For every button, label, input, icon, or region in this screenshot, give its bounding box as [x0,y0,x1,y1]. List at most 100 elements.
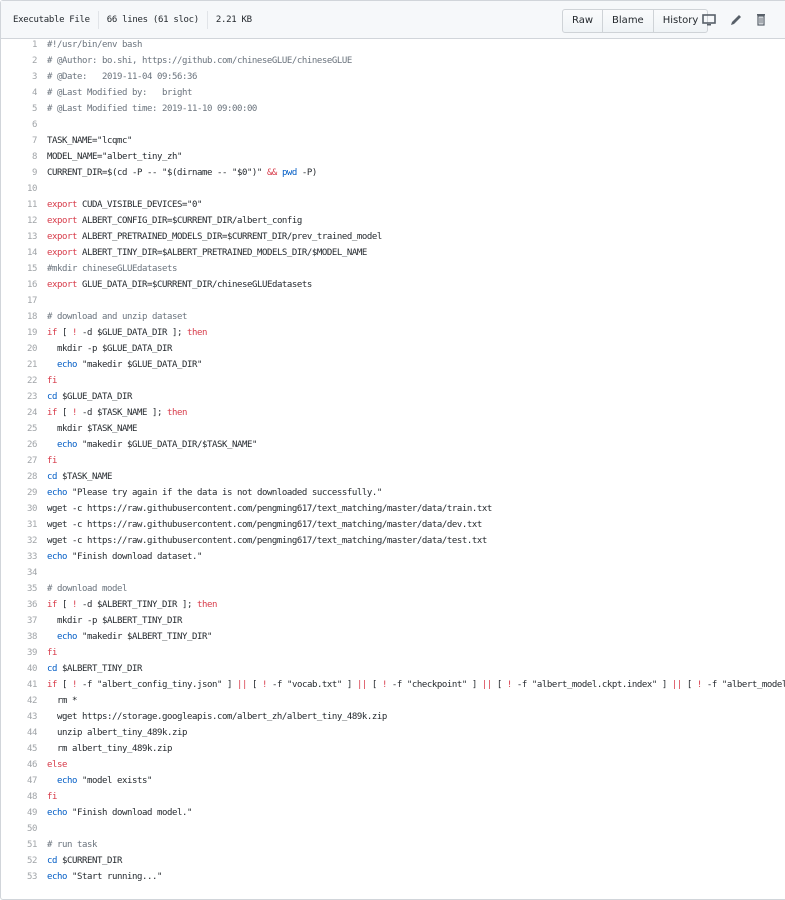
line-number[interactable]: 35 [0,581,47,597]
line-number[interactable]: 15 [0,261,47,277]
line-number[interactable]: 4 [0,85,47,101]
line-code: export ALBERT_PRETRAINED_MODELS_DIR=$CUR… [47,229,382,245]
line-code: # run task [47,837,97,853]
line-number[interactable]: 49 [0,805,47,821]
code-line: 17 [0,293,785,309]
line-number[interactable]: 42 [0,693,47,709]
line-number[interactable]: 52 [0,853,47,869]
line-code: CURRENT_DIR=$(cd -P -- "$(dirname -- "$0… [47,165,317,181]
history-button[interactable]: History [652,10,708,32]
line-number[interactable]: 14 [0,245,47,261]
line-number[interactable]: 6 [0,117,47,133]
line-number[interactable]: 7 [0,133,47,149]
line-number[interactable]: 8 [0,149,47,165]
line-code: echo "Finish download dataset." [47,549,202,565]
line-code: MODEL_NAME="albert_tiny_zh" [47,149,182,165]
line-number[interactable]: 36 [0,597,47,613]
line-number[interactable]: 13 [0,229,47,245]
line-number[interactable]: 21 [0,357,47,373]
line-code: rm albert_tiny_489k.zip [47,741,172,757]
line-code: echo "makedir $ALBERT_TINY_DIR" [47,629,212,645]
line-number[interactable]: 40 [0,661,47,677]
code-token: ALBERT_CONFIG_DIR=$CURRENT_DIR/albert_co… [77,216,302,226]
line-number[interactable]: 26 [0,437,47,453]
line-number[interactable]: 37 [0,613,47,629]
code-token: pwd [281,168,297,178]
line-number[interactable]: 22 [0,373,47,389]
line-number[interactable]: 16 [0,277,47,293]
line-number[interactable]: 45 [0,741,47,757]
code-line: 20 mkdir -p $GLUE_DATA_DIR [0,341,785,357]
code-line: 30 wget -c https://raw.githubusercontent.… [0,501,785,517]
code-line: 43 wget https://storage.googleapis.com/a… [0,709,785,725]
code-line: 21 echo "makedir $GLUE_DATA_DIR" [0,357,785,373]
trash-icon[interactable] [753,12,769,28]
line-number[interactable]: 32 [0,533,47,549]
code-line: 23 cd $GLUE_DATA_DIR [0,389,785,405]
line-code: echo "makedir $GLUE_DATA_DIR/$TASK_NAME" [47,437,257,453]
line-number[interactable]: 29 [0,485,47,501]
line-number[interactable]: 38 [0,629,47,645]
line-number[interactable]: 47 [0,773,47,789]
line-number[interactable]: 1 [0,37,47,53]
line-code: mkdir -p $ALBERT_TINY_DIR [47,613,182,629]
code-line: 12 export ALBERT_CONFIG_DIR=$CURRENT_DIR/… [0,213,785,229]
line-number[interactable]: 17 [0,293,47,309]
line-code: cd $GLUE_DATA_DIR [47,389,132,405]
blame-button[interactable]: Blame [602,10,653,32]
code-token: -f "albert_model.ckpt.index" ] [511,680,672,690]
desktop-icon[interactable] [701,12,717,28]
line-code: else [47,757,67,773]
code-token: || [671,680,682,690]
code-line: 53 echo "Start running..." [0,869,785,885]
line-number[interactable]: 19 [0,325,47,341]
line-number[interactable]: 30 [0,501,47,517]
line-number[interactable]: 48 [0,789,47,805]
line-number[interactable]: 51 [0,837,47,853]
line-number[interactable]: 12 [0,213,47,229]
code-token: if [47,408,57,418]
line-number[interactable]: 5 [0,101,47,117]
line-number[interactable]: 20 [0,341,47,357]
line-number[interactable]: 34 [0,565,47,581]
code-token: [ [366,680,382,690]
line-number[interactable]: 18 [0,309,47,325]
file-type: Executable File [13,14,90,25]
line-number[interactable]: 31 [0,517,47,533]
line-number[interactable]: 9 [0,165,47,181]
code-token: # @Last Modified by: bright [47,88,192,98]
line-code: echo "model exists" [47,773,152,789]
line-number[interactable]: 50 [0,821,47,837]
line-code: if [ ! -d $ALBERT_TINY_DIR ]; then [47,597,217,613]
line-number[interactable]: 44 [0,725,47,741]
code-token: && [266,168,277,178]
line-number[interactable]: 10 [0,181,47,197]
line-number[interactable]: 25 [0,421,47,437]
file-info: Executable File 66 lines (61 sloc) 2.21 … [13,1,252,38]
line-number[interactable]: 2 [0,53,47,69]
code-token: [ [491,680,507,690]
raw-button[interactable]: Raw [563,10,602,32]
line-number[interactable]: 39 [0,645,47,661]
line-number[interactable]: 46 [0,757,47,773]
line-number[interactable]: 23 [0,389,47,405]
code-line: 50 [0,821,785,837]
line-number[interactable]: 28 [0,469,47,485]
line-number[interactable]: 53 [0,869,47,885]
line-count: 66 lines (61 sloc) [106,14,199,25]
code-token: ALBERT_PRETRAINED_MODELS_DIR=$CURRENT_DI… [77,232,382,242]
line-number[interactable]: 11 [0,197,47,213]
line-number[interactable]: 33 [0,549,47,565]
line-number[interactable]: 24 [0,405,47,421]
pencil-icon[interactable] [728,12,744,28]
code-token: -P) [296,168,317,178]
code-line: 8 MODEL_NAME="albert_tiny_zh" [0,149,785,165]
line-number[interactable]: 43 [0,709,47,725]
code-token: "Finish download dataset." [67,552,202,562]
line-code: if [ ! -d $TASK_NAME ]; then [47,405,187,421]
line-number[interactable]: 41 [0,677,47,693]
line-number[interactable]: 27 [0,453,47,469]
line-number[interactable]: 3 [0,69,47,85]
code-line: 6 [0,117,785,133]
